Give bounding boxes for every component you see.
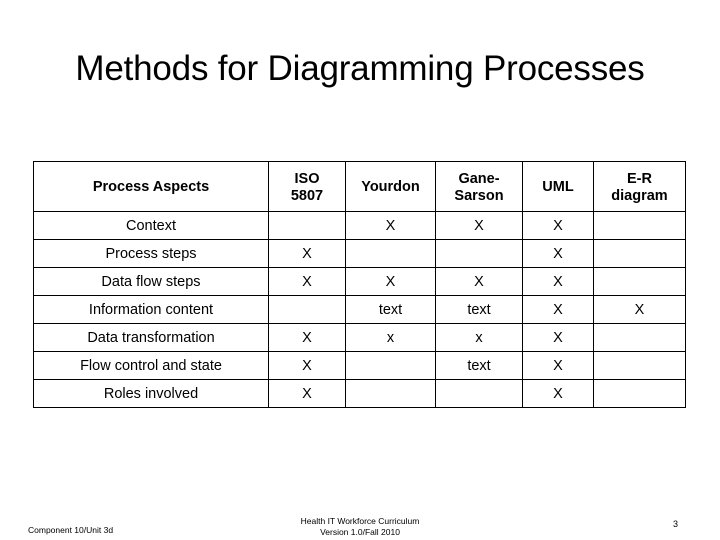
cell-data-flow-steps-gane-sarson: X [435,267,523,296]
cell-flow-control-er [593,351,686,380]
cell-information-content-er: X [593,295,686,324]
table-row: Process steps X X [33,239,686,268]
cell-roles-involved-iso: X [268,379,346,408]
row-label-context: Context [33,211,269,240]
cell-information-content-yourdon: text [345,295,436,324]
table-row: Information content text text X X [33,295,686,324]
table-row: Roles involved X X [33,379,686,408]
page-title: Methods for Diagramming Processes [75,49,645,89]
cell-context-yourdon: X [345,211,436,240]
column-header-gane-sarson: Gane- Sarson [435,161,523,212]
cell-data-transformation-er [593,323,686,352]
cell-context-uml: X [522,211,594,240]
cell-flow-control-uml: X [522,351,594,380]
cell-flow-control-gane-sarson: text [435,351,523,380]
row-label-data-flow-steps: Data flow steps [33,267,269,296]
cell-data-flow-steps-yourdon: X [345,267,436,296]
cell-context-gane-sarson: X [435,211,523,240]
cell-information-content-iso [268,295,346,324]
row-label-roles-involved: Roles involved [33,379,269,408]
cell-process-steps-er [593,239,686,268]
footer-curriculum-line2: Version 1.0/Fall 2010 [320,527,400,537]
cell-process-steps-uml: X [522,239,594,268]
gane-header-line2: Sarson [454,187,504,204]
row-label-data-transformation: Data transformation [33,323,269,352]
table-row: Flow control and state X text X [33,351,686,380]
methods-comparison-table: Process Aspects ISO 5807 Yourdon Gane- S… [33,161,686,408]
column-header-yourdon: Yourdon [345,161,436,212]
table-header-row: Process Aspects ISO 5807 Yourdon Gane- S… [33,161,686,212]
page-number: 3 [672,519,678,529]
cell-context-iso [268,211,346,240]
cell-roles-involved-gane-sarson [435,379,523,408]
cell-data-transformation-gane-sarson: x [435,323,523,352]
footer-curriculum-info: Health IT Workforce Curriculum Version 1… [0,516,720,538]
cell-flow-control-iso: X [268,351,346,380]
cell-context-er [593,211,686,240]
cell-information-content-uml: X [522,295,594,324]
footer-curriculum-line1: Health IT Workforce Curriculum [300,516,420,526]
cell-data-transformation-yourdon: x [345,323,436,352]
cell-data-flow-steps-er [593,267,686,296]
iso-header-line1: ISO [294,170,320,187]
row-label-information-content: Information content [33,295,269,324]
cell-data-transformation-iso: X [268,323,346,352]
table-row: Data flow steps X X X X [33,267,686,296]
cell-data-flow-steps-uml: X [522,267,594,296]
cell-process-steps-gane-sarson [435,239,523,268]
column-header-er-diagram: E-R diagram [593,161,686,212]
column-header-iso-5807: ISO 5807 [268,161,346,212]
iso-header-line2: 5807 [290,187,324,204]
cell-roles-involved-uml: X [522,379,594,408]
cell-process-steps-iso: X [268,239,346,268]
comparison-table-container: Process Aspects ISO 5807 Yourdon Gane- S… [33,161,686,408]
row-label-process-steps: Process steps [33,239,269,268]
gane-header-line1: Gane- [458,170,500,187]
cell-data-transformation-uml: X [522,323,594,352]
cell-process-steps-yourdon [345,239,436,268]
cell-flow-control-yourdon [345,351,436,380]
table-row: Data transformation X x x X [33,323,686,352]
slide-footer: Component 10/Unit 3d Health IT Workforce… [0,508,720,540]
cell-data-flow-steps-iso: X [268,267,346,296]
cell-information-content-gane-sarson: text [435,295,523,324]
table-row: Context X X X [33,211,686,240]
row-label-flow-control-and-state: Flow control and state [33,351,269,380]
cell-roles-involved-er [593,379,686,408]
column-header-process-aspects: Process Aspects [33,161,269,212]
er-header-line1: E-R [627,170,652,187]
er-header-line2: diagram [611,187,668,204]
column-header-uml: UML [522,161,594,212]
cell-roles-involved-yourdon [345,379,436,408]
